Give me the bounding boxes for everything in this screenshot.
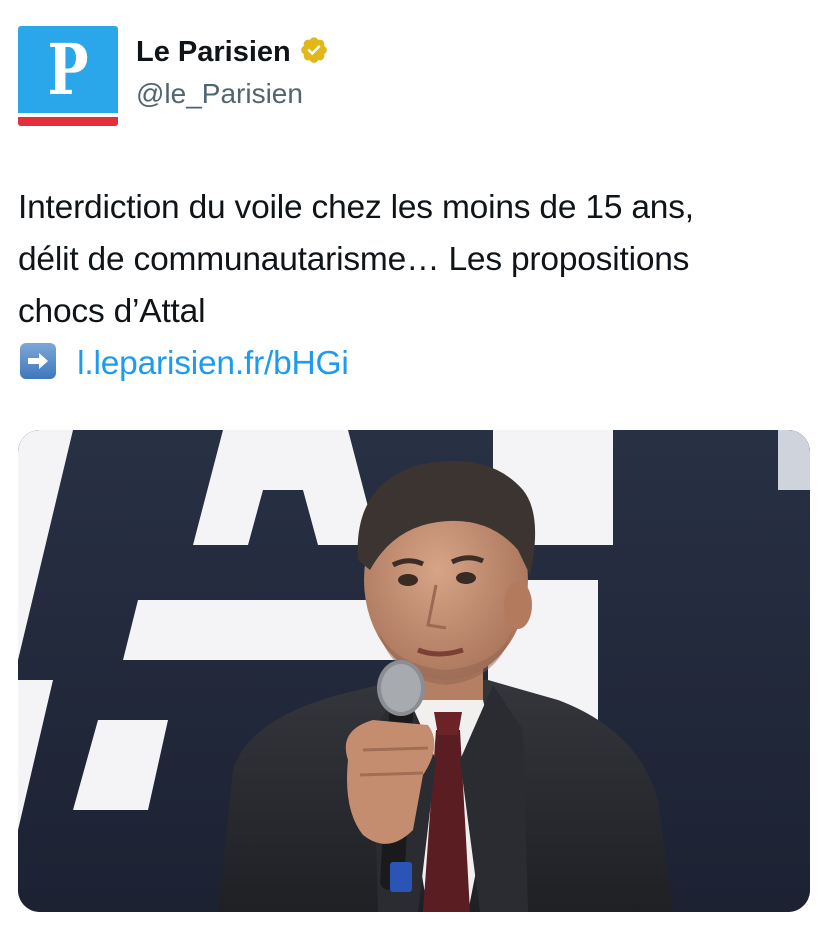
avatar-red-bar [18,117,118,126]
tweet-text-line-1: Interdiction du voile chez les moins de … [18,189,694,226]
media-photo [18,430,810,912]
avatar-letter: P [47,28,89,111]
tweet-link-line: l.leparisien.fr/bHGi [18,338,808,390]
right-arrow-emoji-icon [20,343,56,379]
account-handle[interactable]: @le_Parisien [136,76,329,112]
tweet-text: Interdiction du voile chez les moins de … [18,182,808,390]
tweet-media-image[interactable] [18,430,810,912]
tweet-text-line-2: délit de communautarisme… Les propositio… [18,241,690,278]
account-info: Le Parisien @le_Parisien [136,34,329,112]
article-link[interactable]: l.leparisien.fr/bHGi [77,345,349,382]
verified-badge-icon [301,37,328,63]
avatar[interactable]: P [18,26,118,126]
tweet-text-line-3: chocs d’Attal [18,293,206,330]
display-name[interactable]: Le Parisien [136,34,291,70]
tweet-header: P Le Parisien @le_Parisien [18,26,808,126]
